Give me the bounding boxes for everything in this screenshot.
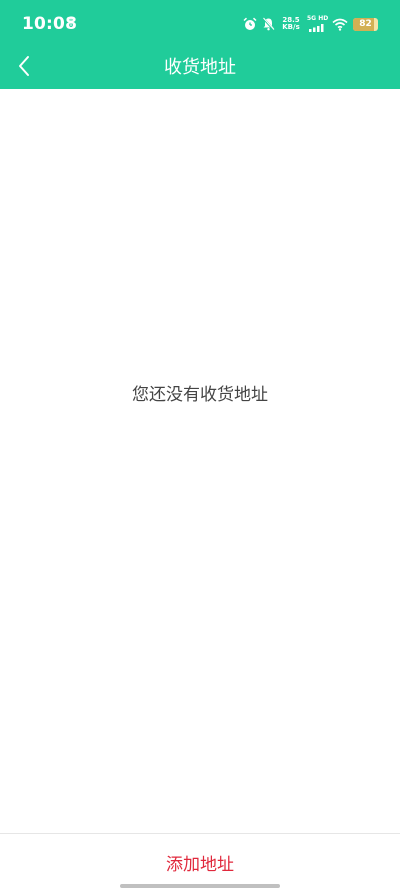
app-header: 10:08 28.5 KB/s 5G HD 82 收货地址 bbox=[0, 0, 400, 89]
bottom-action-bar: 添加地址 bbox=[0, 833, 400, 890]
signal-bars-icon bbox=[309, 24, 324, 32]
alarm-icon bbox=[243, 17, 257, 30]
status-icons: 28.5 KB/s 5G HD 82 bbox=[243, 15, 378, 33]
battery-icon: 82 bbox=[353, 17, 378, 31]
network-speed-unit: KB/s bbox=[282, 23, 300, 31]
empty-state-message: 您还没有收货地址 bbox=[132, 385, 268, 405]
battery-level: 82 bbox=[359, 19, 372, 29]
home-indicator[interactable] bbox=[120, 884, 280, 888]
page-title: 收货地址 bbox=[164, 57, 236, 78]
status-bar: 10:08 28.5 KB/s 5G HD 82 bbox=[0, 0, 400, 46]
wifi-icon bbox=[332, 18, 348, 31]
network-type-label: 5G HD bbox=[307, 15, 329, 22]
add-address-button[interactable]: 添加地址 bbox=[0, 850, 400, 875]
navigation-bar: 收货地址 bbox=[0, 46, 400, 89]
mute-bell-icon bbox=[262, 17, 275, 31]
cellular-signal: 5G HD bbox=[307, 15, 329, 33]
network-speed: 28.5 KB/s bbox=[280, 17, 302, 31]
usb-icon bbox=[68, 16, 74, 29]
